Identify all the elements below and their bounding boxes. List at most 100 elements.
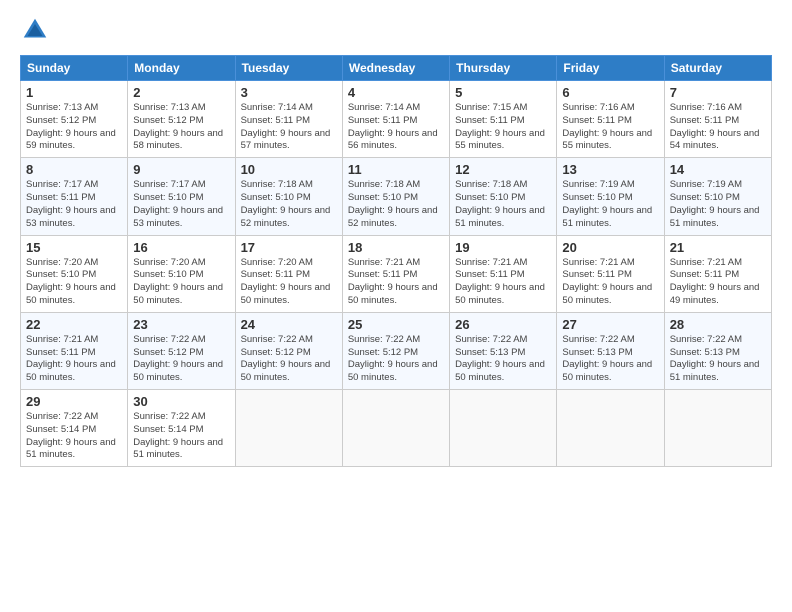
calendar-day-cell: 20 Sunrise: 7:21 AMSunset: 5:11 PMDayligh… [557,235,664,312]
day-info: Sunrise: 7:13 AMSunset: 5:12 PMDaylight:… [133,102,229,153]
day-number: 22 [26,317,122,332]
day-number: 19 [455,240,551,255]
weekday-header: Friday [557,56,664,81]
calendar-day-cell [664,390,771,467]
calendar-day-cell: 17Sunrise: 7:20 AMSunset: 5:11 PMDayligh… [235,235,342,312]
calendar-day-cell [342,390,449,467]
day-info: Sunrise: 7:22 AMSunset: 5:13 PMDaylight:… [455,334,551,385]
weekday-header: Sunday [21,56,128,81]
calendar-day-cell: 30Sunrise: 7:22 AMSunset: 5:14 PMDayligh… [128,390,235,467]
day-number: 6 [562,85,658,100]
weekday-header: Thursday [450,56,557,81]
calendar-week-row: 15Sunrise: 7:20 AMSunset: 5:10 PMDayligh… [21,235,772,312]
day-number: 21 [670,240,766,255]
day-number: 23 [133,317,229,332]
day-number: 7 [670,85,766,100]
calendar-day-cell [557,390,664,467]
calendar-day-cell: 18 Sunrise: 7:21 AMSunset: 5:11 PMDayligh… [342,235,449,312]
day-info: Sunrise: 7:17 AMSunset: 5:11 PMDaylight:… [26,179,122,230]
day-number: 8 [26,162,122,177]
day-number: 12 [455,162,551,177]
day-number: 26 [455,317,551,332]
calendar-day-cell: 1 Sunrise: 7:13 AMSunset: 5:12 PMDaylight… [21,81,128,158]
day-number: 24 [241,317,337,332]
day-info: Sunrise: 7:22 AMSunset: 5:13 PMDaylight:… [562,334,658,385]
calendar-day-cell: 7Sunrise: 7:16 AMSunset: 5:11 PMDaylight… [664,81,771,158]
day-number: 30 [133,394,229,409]
day-info: Sunrise: 7:19 AMSunset: 5:10 PMDaylight:… [562,179,658,230]
calendar-week-row: 1 Sunrise: 7:13 AMSunset: 5:12 PMDaylight… [21,81,772,158]
header [20,15,772,45]
day-info: Sunrise: 7:18 AMSunset: 5:10 PMDaylight:… [348,179,444,230]
calendar-day-cell: 8 Sunrise: 7:17 AMSunset: 5:11 PMDaylight… [21,158,128,235]
day-number: 3 [241,85,337,100]
calendar-day-cell: 22 Sunrise: 7:21 AMSunset: 5:11 PMDayligh… [21,312,128,389]
calendar-day-cell: 4 Sunrise: 7:14 AMSunset: 5:11 PMDaylight… [342,81,449,158]
calendar-day-cell: 16 Sunrise: 7:20 AMSunset: 5:10 PMDayligh… [128,235,235,312]
calendar-day-cell: 9 Sunrise: 7:17 AMSunset: 5:10 PMDaylight… [128,158,235,235]
day-info: Sunrise: 7:21 AMSunset: 5:11 PMDaylight:… [562,257,658,308]
calendar-day-cell: 29 Sunrise: 7:22 AMSunset: 5:14 PMDayligh… [21,390,128,467]
calendar-day-cell [235,390,342,467]
calendar-body: 1 Sunrise: 7:13 AMSunset: 5:12 PMDaylight… [21,81,772,467]
day-number: 14 [670,162,766,177]
day-info: Sunrise: 7:14 AMSunset: 5:11 PMDaylight:… [241,102,337,153]
day-info: Sunrise: 7:21 AMSunset: 5:11 PMDaylight:… [348,257,444,308]
day-info: Sunrise: 7:17 AMSunset: 5:10 PMDaylight:… [133,179,229,230]
day-number: 28 [670,317,766,332]
day-info: Sunrise: 7:14 AMSunset: 5:11 PMDaylight:… [348,102,444,153]
day-number: 4 [348,85,444,100]
calendar-day-cell: 12 Sunrise: 7:18 AMSunset: 5:10 PMDayligh… [450,158,557,235]
calendar-week-row: 29 Sunrise: 7:22 AMSunset: 5:14 PMDayligh… [21,390,772,467]
calendar-header-row: SundayMondayTuesdayWednesdayThursdayFrid… [21,56,772,81]
calendar-day-cell: 6 Sunrise: 7:16 AMSunset: 5:11 PMDaylight… [557,81,664,158]
day-info: Sunrise: 7:15 AMSunset: 5:11 PMDaylight:… [455,102,551,153]
day-number: 18 [348,240,444,255]
day-info: Sunrise: 7:22 AMSunset: 5:14 PMDaylight:… [26,411,122,462]
weekday-header: Monday [128,56,235,81]
day-info: Sunrise: 7:22 AMSunset: 5:12 PMDaylight:… [348,334,444,385]
calendar-day-cell: 26 Sunrise: 7:22 AMSunset: 5:13 PMDayligh… [450,312,557,389]
day-number: 13 [562,162,658,177]
day-info: Sunrise: 7:18 AMSunset: 5:10 PMDaylight:… [455,179,551,230]
day-number: 25 [348,317,444,332]
calendar-week-row: 22 Sunrise: 7:21 AMSunset: 5:11 PMDayligh… [21,312,772,389]
day-info: Sunrise: 7:21 AMSunset: 5:11 PMDaylight:… [26,334,122,385]
day-info: Sunrise: 7:22 AMSunset: 5:12 PMDaylight:… [133,334,229,385]
day-info: Sunrise: 7:22 AMSunset: 5:12 PMDaylight:… [241,334,337,385]
day-number: 20 [562,240,658,255]
calendar-day-cell: 11 Sunrise: 7:18 AMSunset: 5:10 PMDayligh… [342,158,449,235]
day-info: Sunrise: 7:21 AMSunset: 5:11 PMDaylight:… [455,257,551,308]
day-number: 10 [241,162,337,177]
day-number: 29 [26,394,122,409]
calendar-day-cell: 24 Sunrise: 7:22 AMSunset: 5:12 PMDayligh… [235,312,342,389]
day-info: Sunrise: 7:20 AMSunset: 5:10 PMDaylight:… [133,257,229,308]
calendar-week-row: 8 Sunrise: 7:17 AMSunset: 5:11 PMDaylight… [21,158,772,235]
day-number: 5 [455,85,551,100]
day-info: Sunrise: 7:21 AMSunset: 5:11 PMDaylight:… [670,257,766,308]
day-info: Sunrise: 7:19 AMSunset: 5:10 PMDaylight:… [670,179,766,230]
weekday-header: Wednesday [342,56,449,81]
logo [20,15,54,45]
calendar-day-cell: 13 Sunrise: 7:19 AMSunset: 5:10 PMDayligh… [557,158,664,235]
day-info: Sunrise: 7:16 AMSunset: 5:11 PMDaylight:… [562,102,658,153]
calendar-day-cell: 19 Sunrise: 7:21 AMSunset: 5:11 PMDayligh… [450,235,557,312]
day-number: 1 [26,85,122,100]
day-info: Sunrise: 7:20 AMSunset: 5:10 PMDaylight:… [26,257,122,308]
day-number: 11 [348,162,444,177]
calendar-day-cell: 15Sunrise: 7:20 AMSunset: 5:10 PMDayligh… [21,235,128,312]
calendar-day-cell [450,390,557,467]
day-info: Sunrise: 7:22 AMSunset: 5:13 PMDaylight:… [670,334,766,385]
day-info: Sunrise: 7:13 AMSunset: 5:12 PMDaylight:… [26,102,122,153]
day-number: 16 [133,240,229,255]
page: SundayMondayTuesdayWednesdayThursdayFrid… [0,0,792,612]
day-number: 2 [133,85,229,100]
day-number: 9 [133,162,229,177]
calendar-day-cell: 5 Sunrise: 7:15 AMSunset: 5:11 PMDaylight… [450,81,557,158]
calendar-day-cell: 10Sunrise: 7:18 AMSunset: 5:10 PMDayligh… [235,158,342,235]
calendar-day-cell: 2 Sunrise: 7:13 AMSunset: 5:12 PMDaylight… [128,81,235,158]
day-info: Sunrise: 7:20 AMSunset: 5:11 PMDaylight:… [241,257,337,308]
calendar-day-cell: 28 Sunrise: 7:22 AMSunset: 5:13 PMDayligh… [664,312,771,389]
calendar-day-cell: 14 Sunrise: 7:19 AMSunset: 5:10 PMDayligh… [664,158,771,235]
calendar-day-cell: 3 Sunrise: 7:14 AMSunset: 5:11 PMDaylight… [235,81,342,158]
